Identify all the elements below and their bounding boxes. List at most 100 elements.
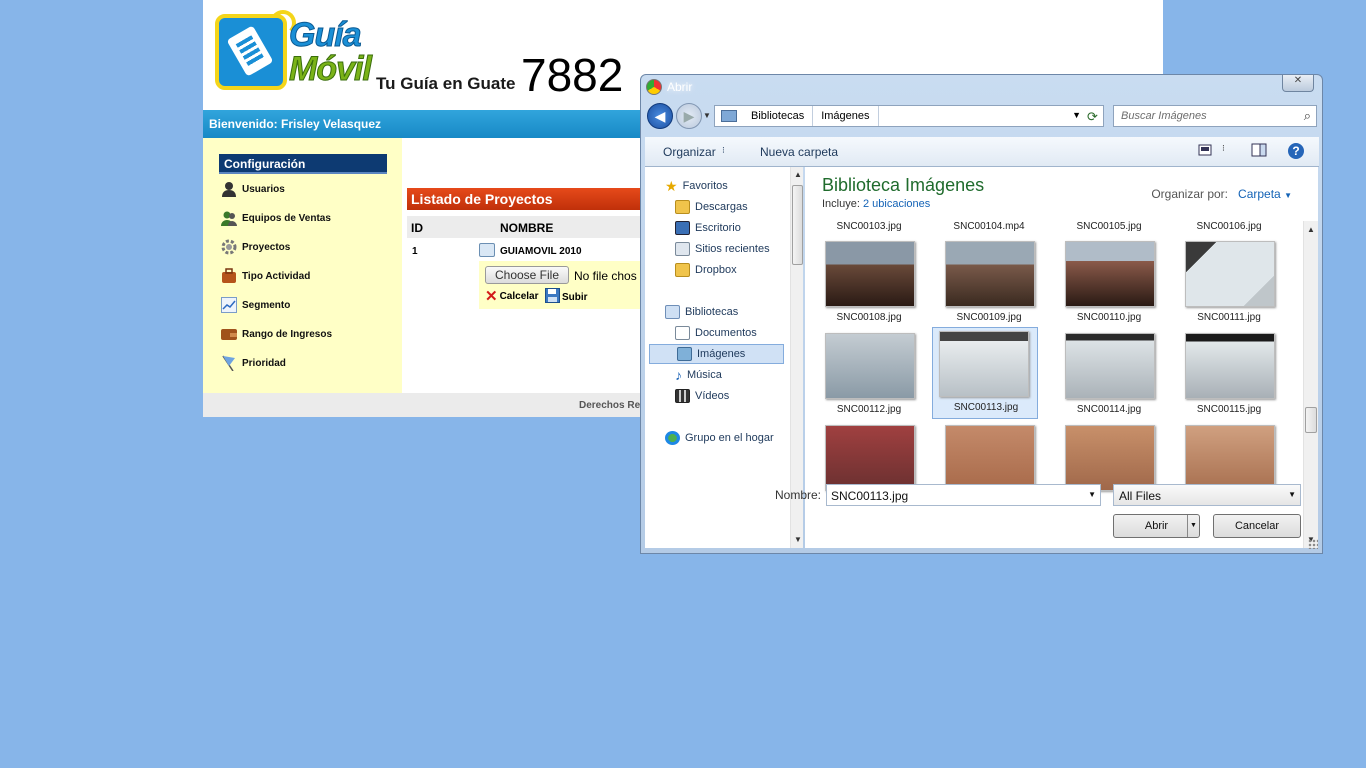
cancel-link[interactable]: ✕ Calcelar [485, 287, 539, 305]
videos-icon [675, 389, 690, 403]
breadcrumb-imagenes[interactable]: Imágenes [813, 106, 879, 126]
music-icon: ♪ [675, 367, 682, 383]
nav-descargas[interactable]: Descargas [675, 198, 748, 216]
open-button[interactable]: Abrir ▼ [1113, 514, 1200, 538]
sidebar-item-prioridad[interactable]: Prioridad [221, 353, 286, 373]
project-icon [479, 243, 495, 257]
file-thumbnail[interactable]: SNC00112.jpg [817, 331, 921, 423]
desktop-icon [675, 221, 690, 235]
file-type-select[interactable]: All Files ▼ [1113, 484, 1301, 506]
nav-grupo-hogar[interactable]: Grupo en el hogar [665, 429, 774, 447]
projects-table-header: ID NOMBRE [407, 216, 647, 238]
file-thumbnail[interactable]: SNC00109.jpg [937, 239, 1041, 331]
file-thumbnail-selected[interactable]: SNC00113.jpg [932, 327, 1038, 419]
file-thumbnail[interactable]: SNC00105.jpg [1057, 221, 1161, 240]
resize-grip[interactable] [1308, 539, 1318, 549]
file-thumbnail[interactable]: SNC00115.jpg [1177, 331, 1281, 423]
sidebar-item-proyectos[interactable]: Proyectos [221, 237, 290, 257]
chevron-down-icon[interactable]: ▼ [1187, 515, 1199, 537]
thumbnail-scrollbar[interactable]: ▲ ▼ [1303, 221, 1318, 548]
close-icon: ✕ [1293, 75, 1303, 86]
nav-scroll-thumb[interactable] [792, 185, 803, 265]
file-thumbnail[interactable]: SNC00106.jpg [1177, 221, 1281, 240]
breadcrumb-bibliotecas[interactable]: Bibliotecas [743, 106, 814, 126]
upload-panel: Choose File No file chos ✕ Calcelar Subi… [479, 261, 649, 309]
nav-escritorio[interactable]: Escritorio [675, 219, 741, 237]
dropbox-folder-icon [675, 263, 690, 277]
choose-file-button[interactable]: Choose File [485, 266, 569, 284]
tagline: Tu Guía en Guate [376, 74, 516, 93]
includes-locations-link[interactable]: 2 ubicaciones [863, 198, 930, 210]
forward-button[interactable]: ▶ [676, 103, 702, 129]
sidebar-item-segmento[interactable]: Segmento [221, 295, 290, 315]
back-button[interactable]: ◀ [647, 103, 673, 129]
close-icon: ✕ [485, 287, 498, 305]
open-file-dialog: Abrir ✕ ◀ ▶ ▼ Bibliotecas Imágenes ▼ ⟳ B… [640, 74, 1323, 554]
organize-button[interactable]: Organizar [663, 145, 716, 159]
user-icon [221, 181, 237, 197]
upload-link[interactable]: Subir [545, 288, 588, 306]
homegroup-icon [665, 431, 680, 445]
nav-sitios-recientes[interactable]: Sitios recientes [675, 240, 770, 258]
chevron-down-icon[interactable]: ▼ [1072, 110, 1081, 120]
logo-text-movil: Móvil [289, 50, 373, 89]
pictures-icon [677, 347, 692, 361]
sidebar-item-equipos[interactable]: Equipos de Ventas [221, 208, 331, 228]
arrow-right-icon: ▶ [683, 108, 695, 124]
chevron-down-icon: ⁝ [722, 145, 725, 155]
recent-places-icon [675, 242, 690, 256]
new-folder-button[interactable]: Nueva carpeta [760, 145, 838, 159]
nav-documentos[interactable]: Documentos [675, 324, 757, 342]
search-input[interactable]: Buscar Imágenes ⌕ [1113, 105, 1317, 127]
sidebar-item-rango-ingresos[interactable]: Rango de Ingresos [221, 324, 332, 344]
documents-icon [675, 326, 690, 340]
chart-icon [221, 297, 237, 313]
flag-icon [221, 355, 237, 372]
wallet-icon [221, 326, 237, 342]
refresh-icon[interactable]: ⟳ [1087, 109, 1103, 125]
dialog-toolbar: Organizar ⁝ Nueva carpeta ⁝ ? [645, 137, 1319, 167]
thumbnail-scroll-thumb[interactable] [1305, 407, 1317, 433]
arrange-by: Organizar por: Carpeta ▼ [1151, 187, 1292, 201]
file-thumbnail[interactable]: SNC00110.jpg [1057, 239, 1161, 331]
chrome-icon [646, 79, 662, 95]
filename-label: Nombre: [775, 488, 822, 502]
close-button[interactable]: ✕ [1282, 75, 1314, 92]
nav-musica[interactable]: ♪ Música [675, 366, 722, 384]
scroll-up-icon[interactable]: ▲ [794, 170, 802, 179]
chevron-down-icon[interactable]: ▼ [1284, 191, 1292, 200]
nav-favoritos[interactable]: ★ Favoritos [665, 177, 728, 195]
dialog-title: Abrir [667, 80, 693, 94]
file-thumbnail[interactable]: SNC00108.jpg [817, 239, 921, 331]
table-row[interactable]: 1 GUIAMOVIL 2010 [407, 240, 647, 262]
file-thumbnail[interactable]: SNC00103.jpg [817, 221, 921, 240]
briefcase-icon [221, 268, 237, 284]
save-icon [545, 288, 560, 306]
sidebar-item-tipo-actividad[interactable]: Tipo Actividad [221, 266, 310, 286]
nav-imagenes[interactable]: Imágenes [649, 344, 784, 364]
filename-input[interactable]: SNC00113.jpg ▼ [826, 484, 1101, 506]
sidebar-item-usuarios[interactable]: Usuarios [221, 179, 285, 199]
address-bar[interactable]: Bibliotecas Imágenes ▼ [714, 105, 1104, 127]
downloads-folder-icon [675, 200, 690, 214]
arrange-by-dropdown[interactable]: Carpeta [1238, 187, 1281, 201]
file-thumbnail[interactable]: SNC00104.mp4 [937, 221, 1041, 240]
nav-dropbox[interactable]: Dropbox [675, 261, 737, 279]
preview-pane-icon[interactable] [1251, 143, 1269, 159]
view-icon[interactable] [1198, 143, 1216, 159]
chevron-down-icon[interactable]: ▼ [1288, 490, 1296, 499]
view-options-icon[interactable]: ⁝ [1222, 143, 1240, 159]
recent-pages-dropdown[interactable]: ▼ [703, 111, 711, 120]
guiamovil-logo[interactable]: Guía Móvil [215, 10, 372, 94]
scroll-up-icon[interactable]: ▲ [1307, 225, 1315, 234]
scroll-down-icon[interactable]: ▼ [794, 535, 802, 544]
help-icon[interactable]: ? [1288, 143, 1304, 159]
file-thumbnail[interactable]: SNC00111.jpg [1177, 239, 1281, 331]
nav-videos[interactable]: Vídeos [675, 387, 729, 405]
chevron-down-icon[interactable]: ▼ [1088, 490, 1096, 499]
search-icon[interactable]: ⌕ [1304, 108, 1311, 124]
cancel-button[interactable]: Cancelar [1213, 514, 1301, 538]
file-thumbnail[interactable]: SNC00114.jpg [1057, 331, 1161, 423]
nav-bibliotecas[interactable]: Bibliotecas [665, 303, 738, 321]
projects-header: Listado de Proyectos [407, 188, 647, 210]
